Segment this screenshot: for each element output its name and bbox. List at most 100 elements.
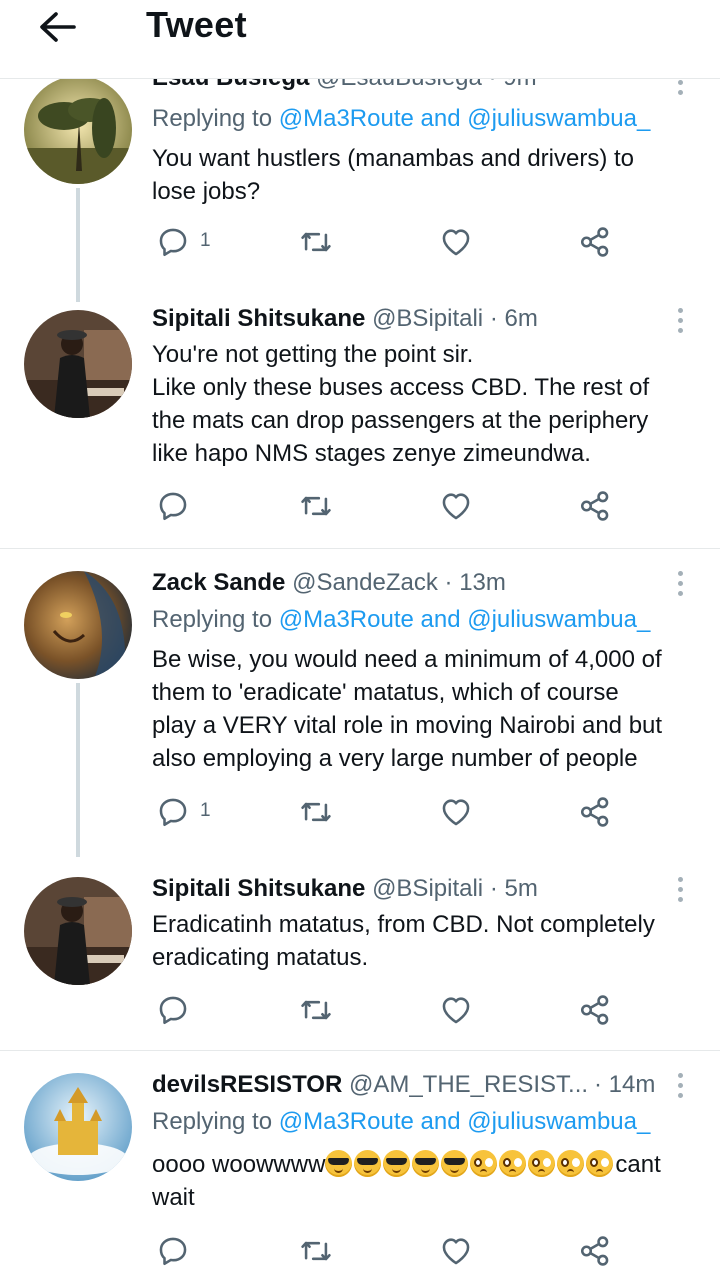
replying-users-link[interactable]: @Ma3Route and @juliuswambua_ [279, 606, 651, 633]
tweet-actions: 1 [152, 792, 672, 832]
smiling-face-with-sunglasses-icon [354, 1150, 382, 1177]
user-handle[interactable]: @SandeZack [292, 569, 438, 596]
tweet-text-line: them to 'eradicate' matatus, which of co… [152, 679, 619, 706]
tweet-text-end: cant [615, 1151, 661, 1178]
display-name[interactable]: Sipitali Shitsukane [152, 875, 365, 902]
tweet-text: You're not getting the point sir. Like o… [152, 338, 700, 470]
like-icon [442, 1238, 470, 1265]
tweet[interactable]: Zack Sande @SandeZack · 13m Replying to … [0, 549, 720, 857]
reply-icon [159, 228, 187, 257]
tweet-text: You want hustlers (manambas and drivers)… [152, 142, 700, 208]
tweet[interactable]: Esau Busiega @EsauBusiega · 9m Replying … [0, 56, 720, 302]
tweet[interactable]: devilsRESISTOR @AM_THE_RESIST... · 14m R… [0, 1051, 720, 1267]
timestamp[interactable]: 14m [609, 1071, 656, 1098]
retweet-icon [301, 232, 331, 252]
share-icon [580, 1236, 609, 1266]
reply-icon [159, 492, 187, 521]
reply-count: 1 [200, 230, 211, 251]
reply-count: 1 [200, 800, 211, 821]
more-options-button[interactable] [666, 1069, 694, 1105]
pleading-face-icon [528, 1150, 556, 1177]
top-bar: Tweet [0, 0, 720, 79]
separator-dot: · [489, 875, 498, 902]
avatar[interactable] [24, 877, 132, 985]
tweet-text-line: wait [152, 1184, 195, 1211]
tweet-text-line: like hapo NMS stages zenye zimeundwa. [152, 440, 591, 467]
replying-users-link[interactable]: @Ma3Route and @juliuswambua_ [279, 105, 651, 132]
tweet-text-line: You want hustlers (manambas and drivers)… [152, 145, 635, 172]
replying-prefix: Replying to [152, 1108, 273, 1135]
more-options-button[interactable] [666, 304, 694, 340]
reply-icon [159, 1237, 187, 1266]
display-name[interactable]: devilsRESISTOR [152, 1071, 342, 1098]
replying-to: Replying to @Ma3Route and @juliuswambua_ [152, 105, 650, 133]
avatar[interactable] [24, 76, 132, 184]
tweet-text: Eradicatinh matatus, from CBD. Not compl… [152, 908, 700, 974]
more-options-button[interactable] [666, 873, 694, 909]
tweet-actions [152, 990, 672, 1030]
tweet-time: · 14m [594, 1071, 655, 1099]
tweet-text-line: Eradicatinh matatus, from CBD. Not compl… [152, 911, 655, 938]
tweet[interactable]: Sipitali Shitsukane @BSipitali · 5m Erad… [0, 857, 720, 1051]
tweet-text-line: Be wise, you would need a minimum of 4,0… [152, 646, 662, 673]
retweet-icon [301, 1000, 331, 1020]
tweet-header: Sipitali Shitsukane @BSipitali · 6m [152, 305, 538, 333]
tweet-actions: 1 [152, 222, 672, 262]
display-name[interactable]: Sipitali Shitsukane [152, 305, 365, 332]
pleading-face-icon [586, 1150, 614, 1177]
tweet-actions [152, 1231, 672, 1271]
tweet-text-line: oooo woowwww cant [152, 1148, 700, 1181]
separator-dot: · [489, 305, 498, 332]
replying-prefix: Replying to [152, 105, 273, 132]
tweet-header: devilsRESISTOR @AM_THE_RESIST... [152, 1071, 588, 1099]
tweet-header: Sipitali Shitsukane @BSipitali · 5m [152, 875, 538, 903]
reply-icon [159, 798, 187, 827]
thread-line [76, 683, 80, 857]
tweet-text-line: also employing a very large number of pe… [152, 745, 638, 772]
like-icon [442, 799, 470, 826]
timestamp[interactable]: 13m [459, 569, 506, 596]
tweet-text-line: play a VERY vital role in moving Nairobi… [152, 712, 663, 739]
user-handle[interactable]: @BSipitali [372, 875, 483, 902]
smiling-face-with-sunglasses-icon [412, 1150, 440, 1177]
emoji-group [325, 1150, 615, 1178]
smiling-face-with-sunglasses-icon [441, 1150, 469, 1177]
share-icon [580, 227, 609, 257]
pleading-face-icon [470, 1150, 498, 1177]
tweet[interactable]: Sipitali Shitsukane @BSipitali · 6m You'… [0, 302, 720, 549]
timestamp[interactable]: 5m [504, 875, 537, 902]
retweet-icon [301, 496, 331, 516]
like-icon [442, 493, 470, 520]
smiling-face-with-sunglasses-icon [383, 1150, 411, 1177]
display-name[interactable]: Zack Sande [152, 569, 285, 596]
user-handle[interactable]: @BSipitali [372, 305, 483, 332]
timestamp[interactable]: 6m [504, 305, 537, 332]
avatar[interactable] [24, 1073, 132, 1181]
retweet-icon [301, 802, 331, 822]
separator-dot: · [444, 569, 453, 596]
tweet-header: Zack Sande @SandeZack · 13m [152, 569, 506, 597]
thread-line [76, 188, 80, 302]
user-handle[interactable]: @AM_THE_RESIST... [349, 1071, 588, 1098]
page-title: Tweet [146, 4, 247, 45]
replying-users-link[interactable]: @Ma3Route and @juliuswambua_ [279, 1108, 651, 1135]
replying-to: Replying to @Ma3Route and @juliuswambua_ [152, 1108, 650, 1136]
tweet-text: Be wise, you would need a minimum of 4,0… [152, 643, 700, 775]
smiling-face-with-sunglasses-icon [325, 1150, 353, 1177]
share-icon [580, 995, 609, 1025]
tweet-text-line: the mats can drop passengers at the peri… [152, 407, 649, 434]
replying-prefix: Replying to [152, 606, 273, 633]
avatar[interactable] [24, 571, 132, 679]
avatar[interactable] [24, 310, 132, 418]
share-icon [580, 491, 609, 521]
back-button[interactable] [34, 6, 82, 48]
pleading-face-icon [557, 1150, 585, 1177]
tweet-actions [152, 486, 672, 526]
tweet-text-line: You're not getting the point sir. [152, 341, 474, 368]
tweet-text-start: oooo woowwww [152, 1151, 326, 1178]
more-options-button[interactable] [666, 567, 694, 603]
tweet-text-line: eradicating matatus. [152, 944, 369, 971]
retweet-icon [301, 1241, 331, 1261]
share-icon [580, 797, 609, 827]
reply-icon [159, 996, 187, 1025]
